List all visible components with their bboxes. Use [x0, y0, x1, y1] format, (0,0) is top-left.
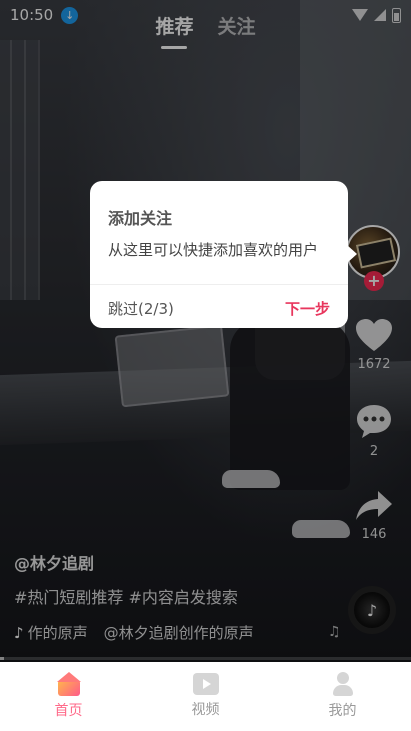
nav-item-profile[interactable]: 我的	[274, 662, 411, 731]
guide-overlay[interactable]	[0, 0, 411, 662]
next-step-button[interactable]: 下一步	[285, 298, 330, 319]
video-icon	[192, 673, 219, 695]
nav-item-home[interactable]: 首页	[0, 662, 137, 731]
nav-label-home: 首页	[54, 703, 83, 719]
nav-label-video: 视频	[191, 702, 220, 718]
user-icon	[331, 672, 355, 696]
popup-divider	[90, 284, 348, 285]
popup-body: 从这里可以快捷添加喜欢的用户	[108, 241, 319, 259]
popup-title: 添加关注	[108, 209, 173, 228]
nav-item-video[interactable]: 视频	[137, 662, 274, 731]
bottom-nav: 首页 视频 我的	[0, 662, 411, 731]
skip-button[interactable]: 跳过(2/3)	[108, 298, 174, 319]
nav-label-profile: 我的	[328, 703, 357, 719]
follow-guide-popup: 添加关注 从这里可以快捷添加喜欢的用户 跳过(2/3) 下一步	[90, 181, 357, 328]
home-icon	[56, 672, 82, 696]
